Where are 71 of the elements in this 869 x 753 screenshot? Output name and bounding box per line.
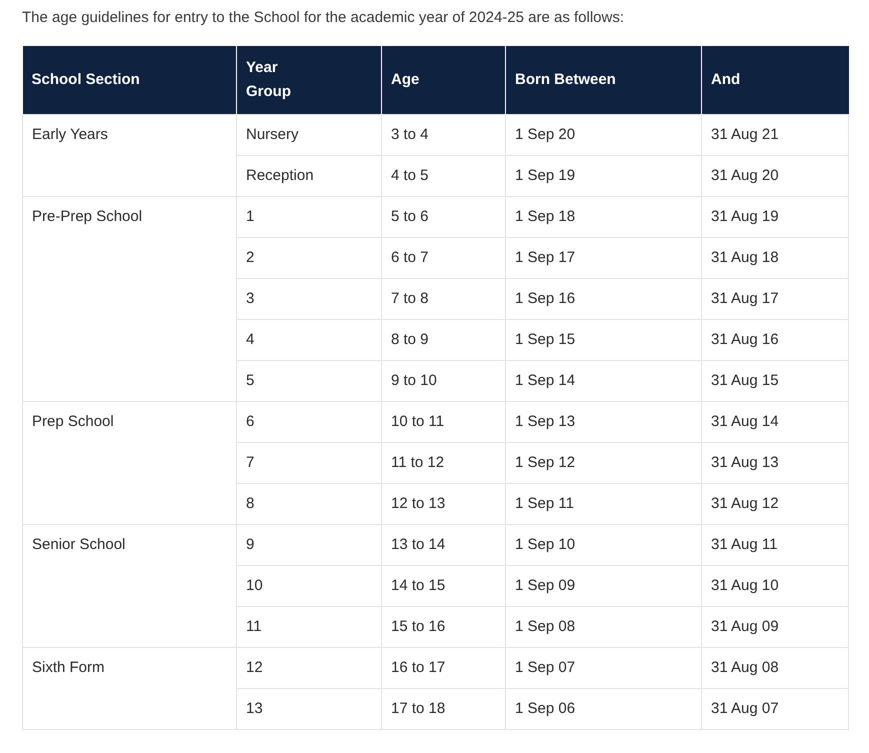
table-cell: 8 to 9 [382,320,506,360]
table-cell: 1 Sep 12 [506,442,702,484]
table-cell: 10 to 11 [382,402,506,442]
table-cell: 16 to 17 [382,648,506,688]
table-cell: 31 Aug 16 [702,320,848,360]
column-header: Born Between [506,46,702,114]
table-cell: 1 Sep 15 [506,320,702,360]
table-cell: 1 Sep 07 [506,648,702,688]
table-cell: 1 Sep 11 [506,484,702,524]
table-cell: 1 Sep 09 [506,566,702,606]
table-cell: Sixth Form [22,648,236,730]
table-cell: 1 Sep 06 [506,688,702,730]
table-cell: 1 Sep 18 [506,196,702,238]
table-cell: 31 Aug 12 [702,484,848,524]
table-cell: 6 to 7 [382,238,506,278]
table-cell: 1 Sep 10 [506,524,702,566]
table-cell: 1 [236,196,382,238]
table-cell: 31 Aug 09 [702,606,848,648]
table-cell: 31 Aug 11 [702,524,848,566]
table-cell: 5 [236,360,382,402]
table-cell: 1 Sep 20 [506,114,702,156]
table-cell: 12 to 13 [382,484,506,524]
table-cell: 3 to 4 [382,114,506,156]
table-cell: 15 to 16 [382,606,506,648]
table-cell: 31 Aug 13 [702,442,848,484]
table-cell: 1 Sep 19 [506,156,702,196]
table-cell: 9 [236,524,382,566]
table-cell: Senior School [22,524,236,648]
table-cell: 31 Aug 07 [702,688,848,730]
table-cell: 6 [236,402,382,442]
table-cell: 3 [236,278,382,320]
table-cell: 1 Sep 13 [506,402,702,442]
table-cell: Nursery [236,114,382,156]
table-cell: 4 to 5 [382,156,506,196]
table-cell: Prep School [22,402,236,524]
table-cell: 4 [236,320,382,360]
column-header: Year Group [236,46,382,114]
intro-text: The age guidelines for entry to the School for the academic year of 2024-25 are as follows: [22,8,626,28]
table-cell: 17 to 18 [382,688,506,730]
table-cell: Early Years [22,114,236,196]
table-cell: 12 [236,648,382,688]
table-cell: 11 to 12 [382,442,506,484]
table-cell: 31 Aug 20 [702,156,848,196]
column-header: School Section [22,46,236,114]
table-cell: 31 Aug 08 [702,648,848,688]
column-header: Age [382,46,506,114]
table-cell: 31 Aug 15 [702,360,848,402]
table-cell: 13 to 14 [382,524,506,566]
table-cell: 1 Sep 08 [506,606,702,648]
column-header: And [702,46,848,114]
table-cell: 31 Aug 10 [702,566,848,606]
table-cell: 1 Sep 16 [506,278,702,320]
table-cell: 31 Aug 21 [702,114,848,156]
table-cell: 7 [236,442,382,484]
table-cell: 10 [236,566,382,606]
table-cell: 5 to 6 [382,196,506,238]
table-cell: 31 Aug 14 [702,402,848,442]
table-cell: 31 Aug 17 [702,278,848,320]
table-cell: 1 Sep 14 [506,360,702,402]
table-cell: Reception [236,156,382,196]
table-cell: 9 to 10 [382,360,506,402]
table-cell: 11 [236,606,382,648]
table-cell: 14 to 15 [382,566,506,606]
table-cell: 8 [236,484,382,524]
table-cell: 7 to 8 [382,278,506,320]
table-cell: 1 Sep 17 [506,238,702,278]
table-cell: 31 Aug 19 [702,196,848,238]
table-cell: 31 Aug 18 [702,238,848,278]
table-cell: 2 [236,238,382,278]
table-cell: Pre-Prep School [22,196,236,402]
table-cell: 13 [236,688,382,730]
